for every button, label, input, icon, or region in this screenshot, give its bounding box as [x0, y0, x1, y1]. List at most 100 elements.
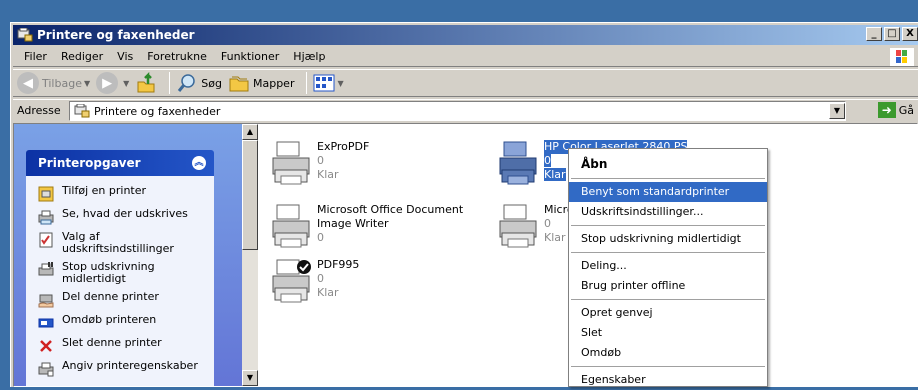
maximize-button[interactable]: □ — [884, 27, 900, 41]
search-button[interactable]: Søg — [176, 72, 222, 94]
menu-vis[interactable]: Vis — [110, 50, 140, 63]
printer-icon — [499, 141, 537, 185]
task-label: Slet denne printer — [62, 336, 162, 349]
printer-tasks-list: Tilføj en printer Se, hvad der udskrives… — [26, 176, 214, 386]
printer-icon — [499, 204, 537, 248]
menu-item-rename[interactable]: Omdøb — [569, 343, 767, 363]
explorer-window: Printere og faxenheder _ □ X Filer Redig… — [10, 22, 918, 387]
menu-item-print-preferences[interactable]: Udskriftsindstillinger... — [569, 202, 767, 222]
menu-funktioner[interactable]: Funktioner — [214, 50, 286, 63]
scroll-thumb[interactable] — [242, 140, 258, 250]
chevron-down-icon: ▼ — [123, 78, 130, 88]
task-label: Omdøb printeren — [62, 313, 157, 326]
back-arrow-icon: ◀ — [17, 72, 39, 94]
printer-folder-icon — [17, 27, 33, 42]
menu-item-create-shortcut[interactable]: Opret genvej — [569, 303, 767, 323]
menu-foretrukne[interactable]: Foretrukne — [140, 50, 214, 63]
address-value: Printere og faxenheder — [94, 104, 221, 118]
menu-item-open[interactable]: Åbn — [569, 153, 767, 175]
menu-hjaelp[interactable]: Hjælp — [286, 50, 332, 63]
add-printer-icon — [38, 186, 54, 202]
search-label: Søg — [201, 76, 222, 90]
menu-separator — [571, 252, 765, 253]
pause-printer-icon — [38, 262, 54, 276]
forward-button[interactable]: ▶ ▼ — [96, 72, 129, 94]
printer-name: PDF995 — [317, 258, 360, 271]
task-pane-scrollbar[interactable]: ▲ ▼ — [242, 124, 258, 386]
menu-bar: Filer Rediger Vis Foretrukne Funktioner … — [13, 47, 918, 67]
chevron-down-icon: ▼ — [83, 78, 91, 88]
task-pane: Printeropgaver ︽ Tilføj en printer Se, h… — [14, 124, 242, 386]
go-button[interactable]: ➜ Gå — [877, 102, 914, 118]
printer-status: Klar — [317, 168, 339, 181]
task-see-printing[interactable]: Se, hvad der udskrives — [26, 205, 214, 228]
screen: Printere og faxenheder _ □ X Filer Redig… — [0, 0, 918, 387]
views-button[interactable]: ▼ — [313, 73, 344, 93]
back-button[interactable]: ◀ Tilbage ▼ — [17, 72, 90, 94]
content-area: Printeropgaver ︽ Tilføj en printer Se, h… — [13, 123, 918, 387]
share-hand-icon — [38, 294, 54, 308]
printer-item-pdf995[interactable]: PDF995 0 Klar — [269, 258, 359, 304]
default-printer-icon — [272, 259, 311, 303]
minimize-button[interactable]: _ — [866, 27, 882, 41]
task-print-preferences[interactable]: Valg af udskriftsindstillinger — [26, 228, 214, 258]
delete-x-icon — [40, 340, 52, 352]
address-dropdown-button[interactable]: ▼ — [829, 103, 845, 119]
menu-item-delete[interactable]: Slet — [569, 323, 767, 343]
menu-separator — [571, 366, 765, 367]
close-button[interactable]: X — [902, 27, 918, 41]
collapse-chevron-icon[interactable]: ︽ — [192, 156, 206, 170]
forward-arrow-icon: ▶ — [96, 72, 119, 94]
printer-folder-icon — [74, 104, 90, 118]
go-label: Gå — [898, 103, 914, 117]
scroll-down-button[interactable]: ▼ — [242, 370, 258, 386]
desktop-background — [0, 0, 918, 22]
task-label: Se, hvad der udskrives — [62, 207, 188, 220]
standard-toolbar: ◀ Tilbage ▼ ▶ ▼ Søg Mapper ▼ — [13, 69, 918, 97]
printer-item-office-document-image-writer[interactable]: Microsoft Office Document Image Writer 0 — [269, 203, 463, 249]
menu-item-use-offline[interactable]: Brug printer offline — [569, 276, 767, 296]
menu-item-sharing[interactable]: Deling... — [569, 256, 767, 276]
toolbar-separator — [169, 72, 171, 94]
task-label: Valg af udskriftsindstillinger — [62, 230, 174, 255]
task-delete-printer[interactable]: Slet denne printer — [26, 334, 214, 357]
address-input[interactable]: Printere og faxenheder ▼ — [69, 101, 846, 121]
printer-properties-icon — [38, 362, 54, 377]
toolbar-separator — [306, 72, 308, 94]
views-icon — [313, 74, 335, 92]
printer-item-expropdf[interactable]: ExProPDF 0 Klar — [269, 140, 369, 186]
window-title: Printere og faxenheder — [37, 28, 195, 42]
task-add-printer[interactable]: Tilføj en printer — [26, 182, 214, 205]
menu-separator — [571, 299, 765, 300]
task-label: Tilføj en printer — [62, 184, 147, 197]
window-controls: _ □ X — [864, 27, 918, 41]
folders-label: Mapper — [252, 76, 295, 90]
menu-item-pause-printing[interactable]: Stop udskrivning midlertidigt — [569, 229, 767, 249]
printer-tasks-header[interactable]: Printeropgaver ︽ — [26, 150, 214, 176]
scroll-up-button[interactable]: ▲ — [242, 124, 258, 140]
title-bar[interactable]: Printere og faxenheder _ □ X — [13, 25, 918, 45]
printer-icon — [272, 204, 310, 248]
task-printer-properties[interactable]: Angiv printeregenskaber — [26, 357, 214, 380]
address-bar: Adresse Printere og faxenheder ▼ ➜ Gå — [13, 99, 918, 121]
go-arrow-icon: ➜ — [877, 102, 896, 118]
task-rename-printer[interactable]: Omdøb printeren — [26, 311, 214, 334]
task-share-printer[interactable]: Del denne printer — [26, 288, 214, 311]
task-pause-printing[interactable]: Stop udskrivning midlertidigt — [26, 258, 214, 288]
printer-icon — [272, 141, 310, 185]
search-icon — [178, 74, 196, 92]
folders-button[interactable]: Mapper — [228, 72, 295, 94]
menu-item-set-default[interactable]: Benyt som standardprinter — [569, 182, 767, 202]
printer-status: Klar — [544, 168, 566, 181]
up-folder-icon — [137, 72, 155, 93]
folders-icon — [229, 76, 249, 92]
print-queue-icon — [38, 210, 54, 225]
up-folder-button[interactable] — [135, 72, 157, 94]
task-label: Del denne printer — [62, 290, 159, 303]
menu-separator — [571, 225, 765, 226]
printer-name: Microsoft Office Document — [317, 203, 464, 216]
menu-item-properties[interactable]: Egenskaber — [569, 370, 767, 390]
printer-tasks-panel: Printeropgaver ︽ Tilføj en printer Se, h… — [26, 150, 214, 386]
menu-filer[interactable]: Filer — [17, 50, 54, 63]
menu-rediger[interactable]: Rediger — [54, 50, 110, 63]
